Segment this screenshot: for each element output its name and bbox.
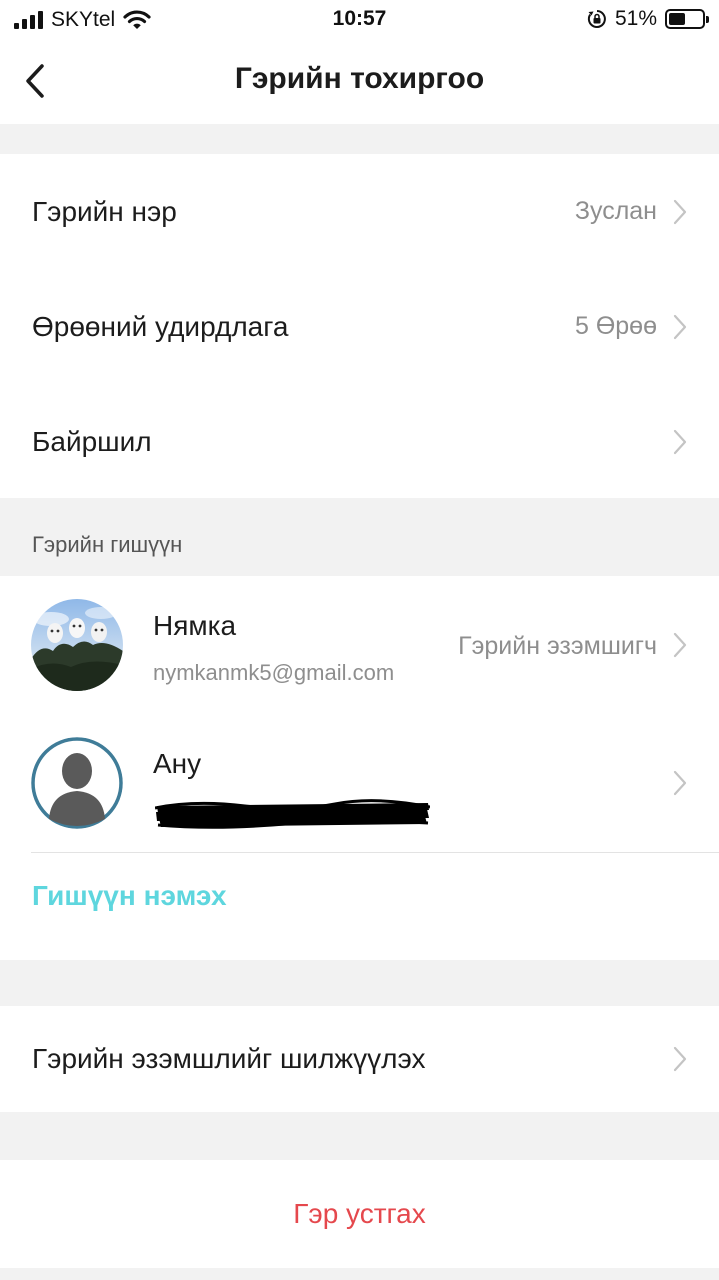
owls-photo-icon bbox=[31, 599, 123, 691]
chevron-right-icon bbox=[673, 314, 687, 340]
home-name-row[interactable]: Гэрийн нэр Зуслан bbox=[0, 154, 719, 269]
member-email: nymkanmk5@gmail.com bbox=[153, 660, 395, 685]
battery-level-fill bbox=[669, 13, 685, 25]
redaction-scribble bbox=[155, 799, 430, 829]
room-count-value: 5 Өрөө bbox=[574, 312, 657, 340]
transfer-ownership-row[interactable]: Гэрийн эзэмшлийг шилжүүлэх bbox=[0, 1006, 719, 1112]
battery-percent: 51% bbox=[614, 7, 657, 30]
member-name: Нямка bbox=[153, 610, 237, 641]
avatar bbox=[31, 737, 123, 829]
chevron-right-icon bbox=[673, 632, 687, 658]
member-name: Ану bbox=[153, 748, 202, 779]
delete-home-button[interactable]: Гэр устгах bbox=[0, 1160, 719, 1268]
chevron-right-icon bbox=[673, 199, 687, 225]
chevron-right-icon bbox=[673, 1046, 687, 1072]
battery-icon bbox=[665, 9, 709, 29]
person-icon bbox=[31, 737, 123, 829]
status-right: 51% bbox=[587, 7, 709, 31]
home-name-value: Зуслан bbox=[574, 197, 657, 225]
page-title: Гэрийн тохиргоо bbox=[234, 62, 485, 95]
location-label: Байршил bbox=[32, 426, 152, 457]
room-management-label: Өрөөний удирдлага bbox=[32, 311, 289, 342]
add-member-button[interactable]: Гишүүн нэмэх bbox=[32, 880, 227, 912]
room-management-row[interactable]: Өрөөний удирдлага 5 Өрөө bbox=[0, 269, 719, 384]
chevron-right-icon bbox=[673, 770, 687, 796]
member-role: Гэрийн эзэмшигч bbox=[458, 632, 657, 660]
delete-home-group: Гэр устгах bbox=[0, 1160, 719, 1268]
home-settings-group: Гэрийн нэр Зуслан Өрөөний удирдлага 5 Өр… bbox=[0, 154, 719, 498]
rotation-lock-icon bbox=[587, 10, 606, 28]
location-row[interactable]: Байршил bbox=[0, 384, 719, 499]
members-section-title: Гэрийн гишүүн bbox=[32, 532, 183, 557]
transfer-ownership-label: Гэрийн эзэмшлийг шилжүүлэх bbox=[32, 1043, 426, 1074]
chevron-right-icon bbox=[673, 429, 687, 455]
transfer-ownership-group: Гэрийн эзэмшлийг шилжүүлэх bbox=[0, 1006, 719, 1112]
status-bar: SKYtel 10:57 51% bbox=[0, 0, 719, 40]
member-row-owner[interactable]: Нямка nymkanmk5@gmail.com Гэрийн эзэмшиг… bbox=[0, 576, 719, 714]
home-name-label: Гэрийн нэр bbox=[32, 196, 177, 227]
avatar bbox=[31, 599, 123, 691]
member-row[interactable]: Ану bbox=[0, 714, 719, 852]
navigation-bar: Гэрийн тохиргоо bbox=[0, 40, 719, 124]
divider bbox=[31, 852, 719, 853]
